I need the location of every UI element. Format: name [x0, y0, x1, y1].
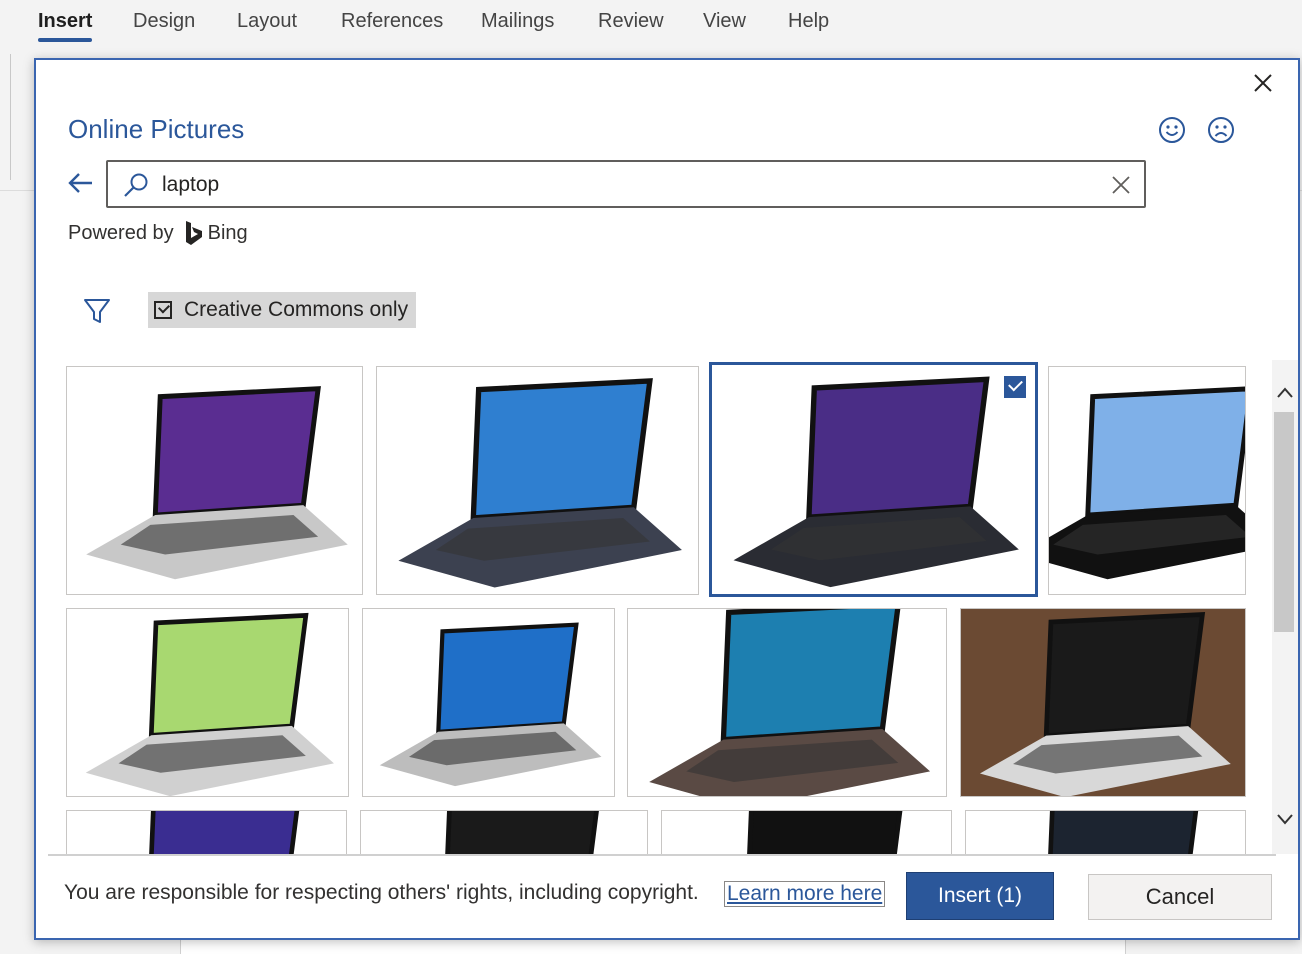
results-scrollbar[interactable] — [1272, 360, 1298, 854]
image-results-grid — [66, 362, 1248, 854]
creative-commons-checkbox[interactable] — [154, 301, 172, 319]
tab-design[interactable]: Design — [133, 10, 195, 33]
laptop-picture — [149, 811, 300, 854]
image-result-10[interactable] — [360, 810, 648, 854]
powered-by-bing: Powered by Bing — [68, 220, 248, 246]
image-result-3[interactable] — [709, 362, 1038, 597]
tab-view[interactable]: View — [703, 10, 746, 33]
tab-insert[interactable]: Insert — [38, 10, 93, 42]
filter-icon[interactable] — [82, 296, 112, 326]
tab-review[interactable]: Review — [598, 10, 664, 33]
tab-mailings[interactable]: Mailings — [481, 10, 554, 33]
copyright-notice: You are responsible for respecting other… — [64, 881, 699, 904]
image-result-12[interactable] — [965, 810, 1246, 854]
laptop-picture — [398, 378, 682, 588]
image-result-4[interactable] — [1048, 366, 1246, 595]
image-result-11[interactable] — [661, 810, 952, 854]
scrollbar-thumb[interactable] — [1274, 412, 1294, 632]
cancel-button[interactable]: Cancel — [1088, 874, 1272, 920]
search-icon — [124, 173, 148, 197]
frown-icon[interactable] — [1207, 116, 1235, 144]
laptop-picture — [85, 612, 334, 796]
tab-layout[interactable]: Layout — [237, 10, 297, 33]
chevron-up-icon[interactable] — [1274, 382, 1296, 404]
laptop-picture — [747, 811, 903, 854]
laptop-picture — [86, 386, 348, 580]
creative-commons-label: Creative Commons only — [184, 298, 409, 321]
laptop-picture — [649, 609, 931, 796]
smile-icon[interactable] — [1158, 116, 1186, 144]
back-arrow-icon[interactable] — [66, 168, 96, 198]
image-result-7[interactable] — [627, 608, 947, 797]
laptop-picture — [445, 811, 599, 854]
tab-references[interactable]: References — [341, 10, 443, 33]
dialog-title: Online Pictures — [68, 114, 245, 144]
footer-divider — [48, 854, 1276, 856]
image-result-5[interactable] — [66, 608, 349, 797]
powered-by-label: Powered by — [68, 221, 174, 244]
image-result-1[interactable] — [66, 366, 363, 595]
bing-logo-icon — [185, 221, 202, 245]
ribbon-divider — [10, 54, 11, 180]
search-input[interactable] — [162, 170, 1082, 200]
image-result-2[interactable] — [376, 366, 699, 595]
learn-more-link[interactable]: Learn more here — [724, 881, 886, 907]
image-result-8[interactable] — [960, 608, 1246, 797]
online-pictures-dialog: Online Pictures Powered by Bing Cre — [34, 58, 1300, 940]
insert-button[interactable]: Insert (1) — [906, 872, 1054, 920]
laptop-picture — [1048, 811, 1199, 854]
close-icon[interactable] — [1250, 70, 1276, 96]
laptop-picture — [979, 611, 1231, 796]
image-result-9[interactable] — [66, 810, 347, 854]
chevron-down-icon[interactable] — [1274, 808, 1296, 830]
ribbon-tab-bar: Insert Design Layout References Mailings… — [0, 0, 1302, 46]
creative-commons-toggle[interactable]: Creative Commons only — [148, 292, 416, 328]
laptop-picture — [1049, 386, 1245, 580]
clear-search-icon[interactable] — [1108, 172, 1134, 198]
bing-brand-label: Bing — [207, 221, 248, 244]
image-result-6[interactable] — [362, 608, 615, 797]
search-box — [106, 160, 1146, 208]
selected-checkbox[interactable] — [1003, 375, 1027, 399]
tab-help[interactable]: Help — [788, 10, 829, 33]
laptop-picture — [379, 622, 602, 787]
laptop-picture — [733, 376, 1019, 588]
